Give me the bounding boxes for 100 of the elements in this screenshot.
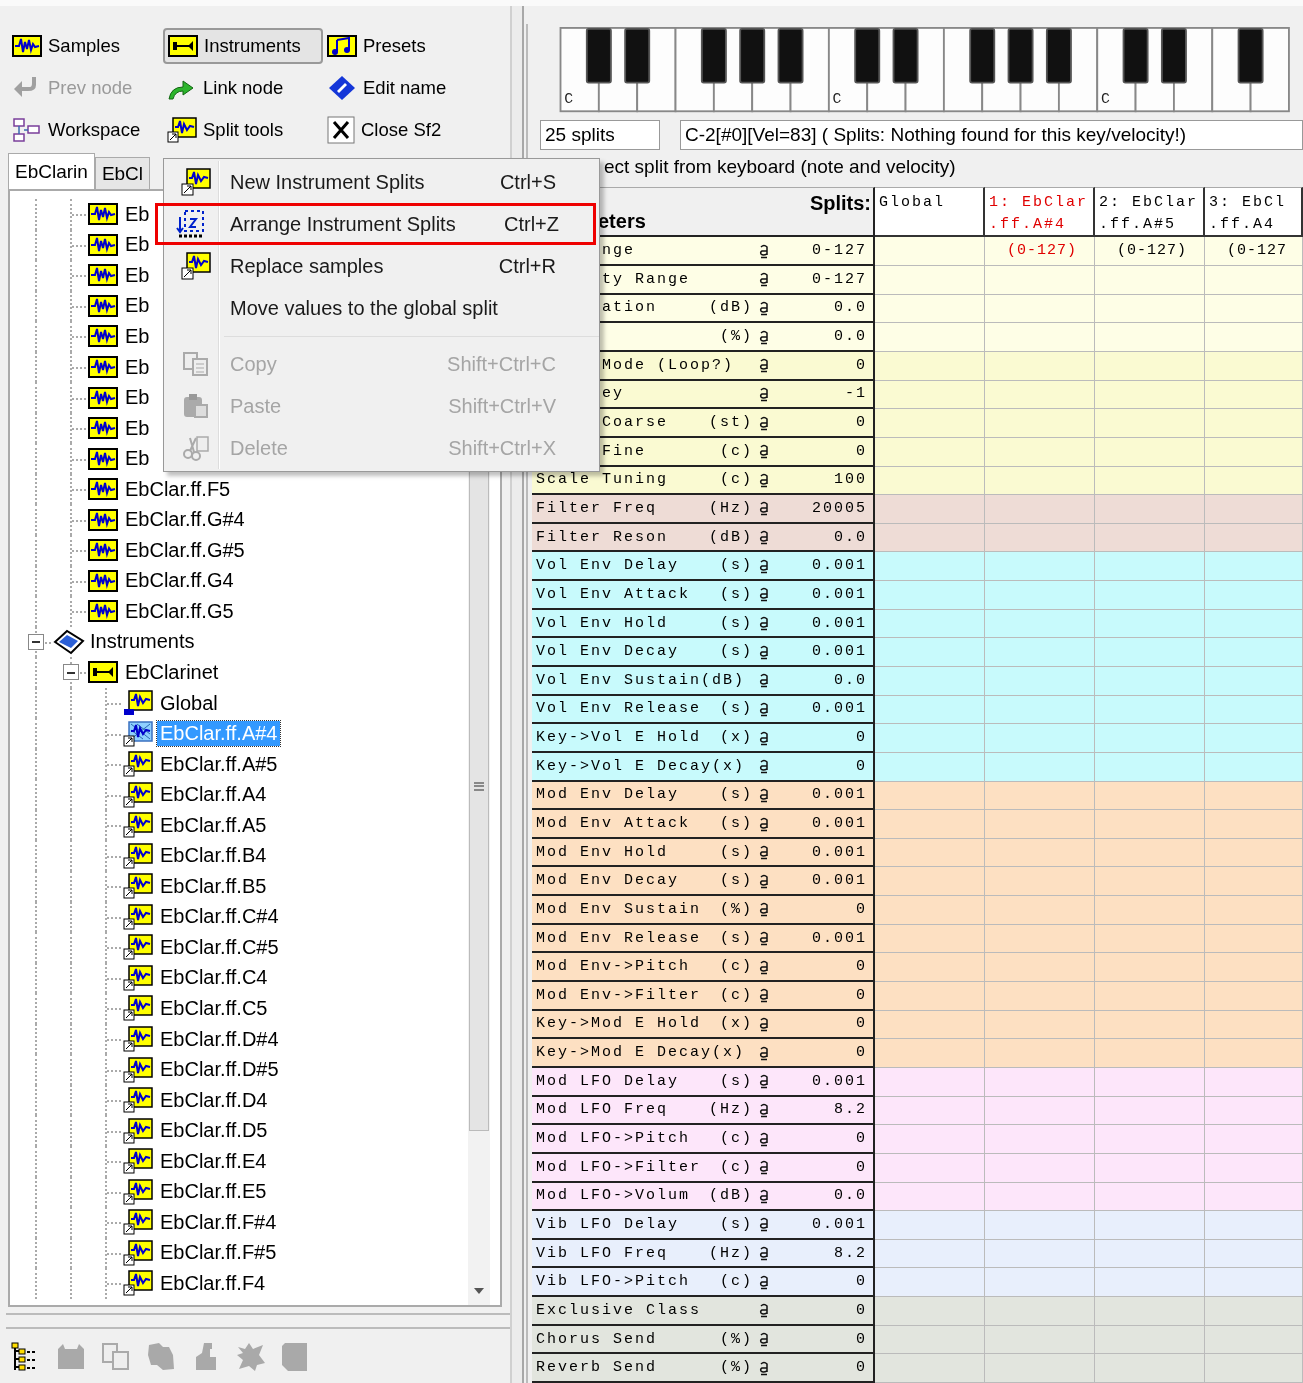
table-cell[interactable] xyxy=(875,896,985,925)
parameter-cell[interactable]: Vib LFO Delay (s) 0.001 xyxy=(532,1211,875,1240)
tree-item[interactable]: EbClar.ff.G#5 xyxy=(122,537,248,563)
table-cell[interactable] xyxy=(1095,781,1205,811)
column-header[interactable]: Global xyxy=(875,187,985,238)
table-cell[interactable] xyxy=(1095,380,1205,410)
parameter-cell[interactable]: Key->Mod E Hold (x) 0 xyxy=(532,1010,875,1040)
tree-item[interactable]: EbClar.ff.B4 xyxy=(157,843,270,869)
table-cell[interactable] xyxy=(1095,1297,1205,1326)
tree-item[interactable]: EbClar.ff.E5 xyxy=(157,1179,270,1205)
table-cell[interactable] xyxy=(1095,523,1205,553)
table-cell[interactable] xyxy=(875,982,985,1011)
table-cell[interactable] xyxy=(1095,752,1205,782)
parameter-cell[interactable]: Vol Env Hold (s) 0.001 xyxy=(532,609,875,639)
table-cell[interactable] xyxy=(985,896,1095,925)
tree-item[interactable]: Eb xyxy=(122,446,153,472)
table-cell[interactable]: (0-127) xyxy=(985,237,1095,266)
table-cell[interactable] xyxy=(875,1039,985,1068)
tree-item[interactable]: EbClar.ff.F5 xyxy=(122,476,234,502)
parameter-cell[interactable]: Mod LFO->Filter (c) 0 xyxy=(532,1153,875,1183)
table-cell[interactable] xyxy=(1205,667,1303,696)
table-cell[interactable] xyxy=(875,1325,985,1355)
table-cell[interactable] xyxy=(1205,752,1303,782)
table-cell[interactable] xyxy=(1095,1153,1205,1183)
parameter-cell[interactable]: Mod Env Sustain (%) 0 xyxy=(532,896,875,925)
table-cell[interactable] xyxy=(1205,523,1303,553)
parameter-cell[interactable]: Filter Reson (dB) 0.0 xyxy=(532,523,875,553)
table-cell[interactable] xyxy=(1205,609,1303,639)
tree-item[interactable]: EbClar.ff.D#4 xyxy=(157,1026,282,1052)
table-cell[interactable] xyxy=(985,867,1095,897)
checkbox-label[interactable]: ect split from keyboard (note and velocity) xyxy=(604,155,956,178)
table-cell[interactable] xyxy=(1095,323,1205,352)
table-cell[interactable] xyxy=(985,1325,1095,1355)
table-cell[interactable] xyxy=(1095,437,1205,467)
column-header[interactable]: 2: EbClar .ff.A#5 xyxy=(1095,187,1205,238)
parameter-cell[interactable]: Vol Env Decay (s) 0.001 xyxy=(532,638,875,667)
parameter-cell[interactable]: Vol Env Attack (s) 0.001 xyxy=(532,581,875,610)
piano-key[interactable] xyxy=(1122,27,1149,84)
table-cell[interactable] xyxy=(1095,495,1205,524)
parameter-cell[interactable]: Key->Vol E Hold (x) 0 xyxy=(532,724,875,753)
table-cell[interactable] xyxy=(875,294,985,324)
table-cell[interactable] xyxy=(985,552,1095,582)
tree-item[interactable]: Global xyxy=(157,690,221,716)
table-cell[interactable] xyxy=(985,323,1095,352)
tree-item[interactable]: EbClar.ff.G4 xyxy=(122,568,237,594)
table-cell[interactable] xyxy=(1095,896,1205,925)
table-cell[interactable] xyxy=(875,495,985,524)
table-cell[interactable] xyxy=(1205,437,1303,467)
table-cell[interactable] xyxy=(1095,924,1205,954)
table-cell[interactable] xyxy=(875,523,985,553)
table-cell[interactable] xyxy=(1205,638,1303,667)
tree-item[interactable]: Instruments xyxy=(87,629,198,655)
table-cell[interactable] xyxy=(875,409,985,438)
table-cell[interactable] xyxy=(875,552,985,582)
tree-item[interactable]: EbClar.ff.A4 xyxy=(157,782,270,808)
table-cell[interactable] xyxy=(875,1153,985,1183)
tree-item[interactable]: EbClar.ff.C#4 xyxy=(157,904,282,930)
table-cell[interactable] xyxy=(985,1096,1095,1126)
table-cell[interactable] xyxy=(1205,1354,1303,1383)
table-cell[interactable] xyxy=(1205,724,1303,753)
piano-key[interactable] xyxy=(585,27,612,84)
tree-item[interactable]: EbClar.ff.G5 xyxy=(122,598,237,624)
tree-item[interactable]: Eb xyxy=(122,323,153,349)
table-cell[interactable] xyxy=(985,1268,1095,1298)
table-cell[interactable] xyxy=(875,1010,985,1040)
table-cell[interactable] xyxy=(1095,266,1205,295)
table-cell[interactable] xyxy=(1205,1239,1303,1269)
table-cell[interactable] xyxy=(875,781,985,811)
table-cell[interactable] xyxy=(1095,466,1205,496)
parameter-cell[interactable]: Vib LFO Freq (Hz) 8.2 xyxy=(532,1239,875,1269)
table-cell[interactable] xyxy=(1095,695,1205,725)
tree-item[interactable]: Eb xyxy=(122,415,153,441)
tree-item[interactable]: Eb xyxy=(122,293,153,319)
piano-key[interactable] xyxy=(1007,27,1034,84)
table-cell[interactable] xyxy=(1095,1325,1205,1355)
tree-item[interactable]: EbClar.ff.E4 xyxy=(157,1148,270,1174)
table-cell[interactable] xyxy=(875,810,985,839)
piano-key[interactable] xyxy=(1045,27,1072,84)
table-cell[interactable] xyxy=(985,667,1095,696)
table-cell[interactable] xyxy=(1095,1268,1205,1298)
table-cell[interactable] xyxy=(1205,810,1303,839)
piano-key[interactable] xyxy=(700,27,727,84)
table-cell[interactable] xyxy=(875,867,985,897)
tree-item[interactable]: EbClar.ff.D#5 xyxy=(157,1057,282,1083)
menu-item[interactable]: New Instrument Splits Ctrl+S xyxy=(164,161,599,203)
parameter-cell[interactable]: Vol Env Sustain(dB) 0.0 xyxy=(532,667,875,696)
table-cell[interactable] xyxy=(875,380,985,410)
table-cell[interactable] xyxy=(985,1354,1095,1383)
table-cell[interactable] xyxy=(1095,953,1205,983)
toolbar-button[interactable]: Samples xyxy=(8,28,163,64)
table-cell[interactable] xyxy=(985,409,1095,438)
table-cell[interactable] xyxy=(985,1153,1095,1183)
tree-item[interactable]: EbClar.ff.D4 xyxy=(157,1087,271,1113)
table-cell[interactable] xyxy=(1095,1211,1205,1240)
table-cell[interactable] xyxy=(1205,1096,1303,1126)
table-cell[interactable] xyxy=(985,1182,1095,1212)
table-cell[interactable] xyxy=(1095,838,1205,868)
tree-item[interactable]: EbClar.ff.C5 xyxy=(157,996,271,1021)
table-cell[interactable] xyxy=(985,437,1095,467)
table-cell[interactable] xyxy=(875,1239,985,1269)
